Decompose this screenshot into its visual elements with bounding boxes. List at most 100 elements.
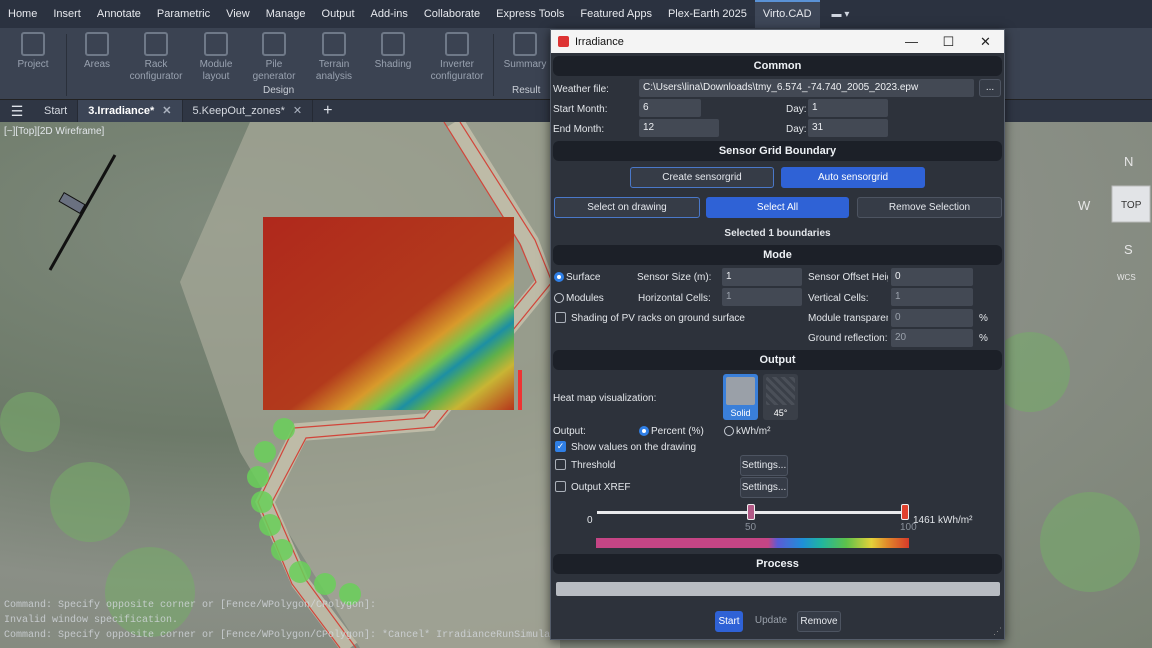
start-day-field[interactable]: 1 <box>808 99 888 117</box>
file-tab-irradiance[interactable]: 3.Irradiance* ✕ <box>78 100 183 122</box>
ribbon-tab-featured-apps[interactable]: Featured Apps <box>572 0 660 28</box>
auto-sensorgrid-button[interactable]: Auto sensorgrid <box>781 167 925 188</box>
start-button[interactable]: Start <box>715 611 743 632</box>
close-button[interactable]: ✕ <box>967 34 1004 50</box>
xref-label: Output XREF <box>571 482 631 493</box>
select-on-drawing-button[interactable]: Select on drawing <box>554 197 700 218</box>
start-month-field[interactable]: 6 <box>639 99 701 117</box>
select-all-button[interactable]: Select All <box>706 197 849 218</box>
kwh-radio[interactable] <box>724 426 734 436</box>
close-tab-icon[interactable]: ✕ <box>293 105 302 117</box>
file-tab-start[interactable]: Start <box>34 100 79 122</box>
ribbon-tab-manage[interactable]: Manage <box>258 0 314 28</box>
viewcube-top-label: TOP <box>1121 200 1142 211</box>
ribbon-separator <box>493 34 494 96</box>
resize-grip-icon[interactable]: ⋰ <box>993 626 1002 637</box>
xref-settings-button[interactable]: Settings... <box>740 477 788 498</box>
new-tab-icon[interactable]: + <box>313 102 342 120</box>
inverter-icon <box>445 32 469 56</box>
start-month-label: Start Month: <box>553 104 608 115</box>
ribbon-tab-home[interactable]: Home <box>0 0 45 28</box>
slider-high-thumb[interactable] <box>901 504 909 520</box>
panel-icon <box>58 191 86 215</box>
ribbon-tab-output[interactable]: Output <box>314 0 363 28</box>
horizontal-cells-field[interactable]: 1 <box>722 288 802 306</box>
modules-radio[interactable] <box>554 293 564 303</box>
project-icon <box>21 32 45 56</box>
show-values-checkbox[interactable]: ✓ <box>555 441 566 452</box>
viewport-label[interactable]: [−][Top][2D Wireframe] <box>4 126 104 137</box>
command-history-3: Command: Specify opposite corner or [Fen… <box>4 630 575 641</box>
ribbon-tab-collaborate[interactable]: Collaborate <box>416 0 488 28</box>
summary-tool[interactable]: Summary <box>495 28 555 86</box>
project-tool[interactable]: Project <box>3 28 63 86</box>
remove-selection-button[interactable]: Remove Selection <box>857 197 1002 218</box>
close-tab-icon[interactable]: ✕ <box>162 105 171 117</box>
workspace-dropdown-icon[interactable]: ▬ ▾ <box>832 9 850 20</box>
ribbon-tab-addins[interactable]: Add-ins <box>363 0 416 28</box>
module-layout-tool[interactable]: Module layout <box>186 28 246 86</box>
sensor-size-field[interactable]: 1 <box>722 268 802 286</box>
sensor-size-label: Sensor Size (m): <box>637 272 712 283</box>
percent-radio[interactable] <box>639 426 649 436</box>
shading-checkbox[interactable] <box>555 312 566 323</box>
create-sensorgrid-button[interactable]: Create sensorgrid <box>630 167 774 188</box>
end-month-field[interactable]: 12 <box>639 119 719 137</box>
process-header: Process <box>553 554 1002 574</box>
offset-field[interactable]: 0 <box>891 268 973 286</box>
color-scale-bar <box>596 538 909 548</box>
kwh-label: kWh/m² <box>736 426 771 437</box>
ribbon-tab-annotate[interactable]: Annotate <box>89 0 149 28</box>
command-history-1: Command: Specify opposite corner or [Fen… <box>4 600 377 611</box>
ribbon-tab-plex-earth[interactable]: Plex-Earth 2025 <box>660 0 755 28</box>
reflection-field[interactable]: 20 <box>891 329 973 347</box>
rack-configurator-tool[interactable]: Rack configurator <box>126 28 186 86</box>
result-group-label: Result <box>512 85 541 96</box>
maximize-button[interactable]: ☐ <box>930 34 967 50</box>
ribbon-tab-insert[interactable]: Insert <box>45 0 89 28</box>
solid-swatch[interactable]: Solid <box>723 374 758 420</box>
xref-checkbox[interactable] <box>555 481 566 492</box>
terrain-analysis-tool[interactable]: Terrain analysis <box>304 28 364 86</box>
hatch-preview <box>766 377 795 405</box>
weather-file-input[interactable]: C:\Users\lina\Downloads\tmy_6.574_-74.74… <box>639 79 974 97</box>
menu-icon[interactable]: ☰ <box>0 103 34 120</box>
output-header: Output <box>553 350 1002 370</box>
file-tab-keepout-zones[interactable]: 5.KeepOut_zones* ✕ <box>183 100 314 122</box>
offset-label: Sensor Offset Heigh <box>808 272 888 283</box>
surface-radio[interactable] <box>554 272 564 282</box>
threshold-label: Threshold <box>571 460 616 471</box>
browse-button[interactable]: ... <box>979 79 1001 97</box>
ribbon-tab-view[interactable]: View <box>218 0 258 28</box>
vertical-cells-field[interactable]: 1 <box>891 288 973 306</box>
ribbon-tab-virtocad[interactable]: Virto.CAD <box>754 0 820 28</box>
hatch-swatch[interactable]: 45° <box>763 374 798 420</box>
ribbon-tab-bar: Home Insert Annotate Parametric View Man… <box>0 0 1152 28</box>
minimize-button[interactable]: — <box>893 34 930 50</box>
transparency-label: Module transparenc <box>808 313 888 324</box>
slider-value-text: 1461 kWh/m² <box>913 515 973 526</box>
update-button[interactable]: Update <box>750 611 792 632</box>
transparency-field[interactable]: 0 <box>891 309 973 327</box>
remove-button[interactable]: Remove <box>797 611 841 632</box>
dialog-titlebar[interactable]: Irradiance — ☐ ✕ <box>551 30 1004 53</box>
end-day-label: Day: <box>786 124 807 135</box>
pile-icon <box>262 32 286 56</box>
shading-label: Shading of PV racks on ground surface <box>571 313 745 324</box>
threshold-checkbox[interactable] <box>555 459 566 470</box>
compass-w: W <box>1078 198 1091 213</box>
slider-low-thumb[interactable] <box>747 504 755 520</box>
threshold-settings-button[interactable]: Settings... <box>740 455 788 476</box>
inverter-configurator-tool[interactable]: Inverter configurator <box>427 28 487 86</box>
areas-tool[interactable]: Areas <box>67 28 127 86</box>
shading-tool[interactable]: Shading <box>363 28 423 86</box>
rack-icon <box>144 32 168 56</box>
terrain-icon <box>322 32 346 56</box>
sun-direction-icon <box>48 154 117 271</box>
ribbon-tab-parametric[interactable]: Parametric <box>149 0 218 28</box>
ribbon-tab-express-tools[interactable]: Express Tools <box>488 0 572 28</box>
start-day-label: Day: <box>786 104 807 115</box>
transparency-unit: % <box>979 313 988 324</box>
pile-generator-tool[interactable]: Pile generator <box>244 28 304 86</box>
end-day-field[interactable]: 31 <box>808 119 888 137</box>
